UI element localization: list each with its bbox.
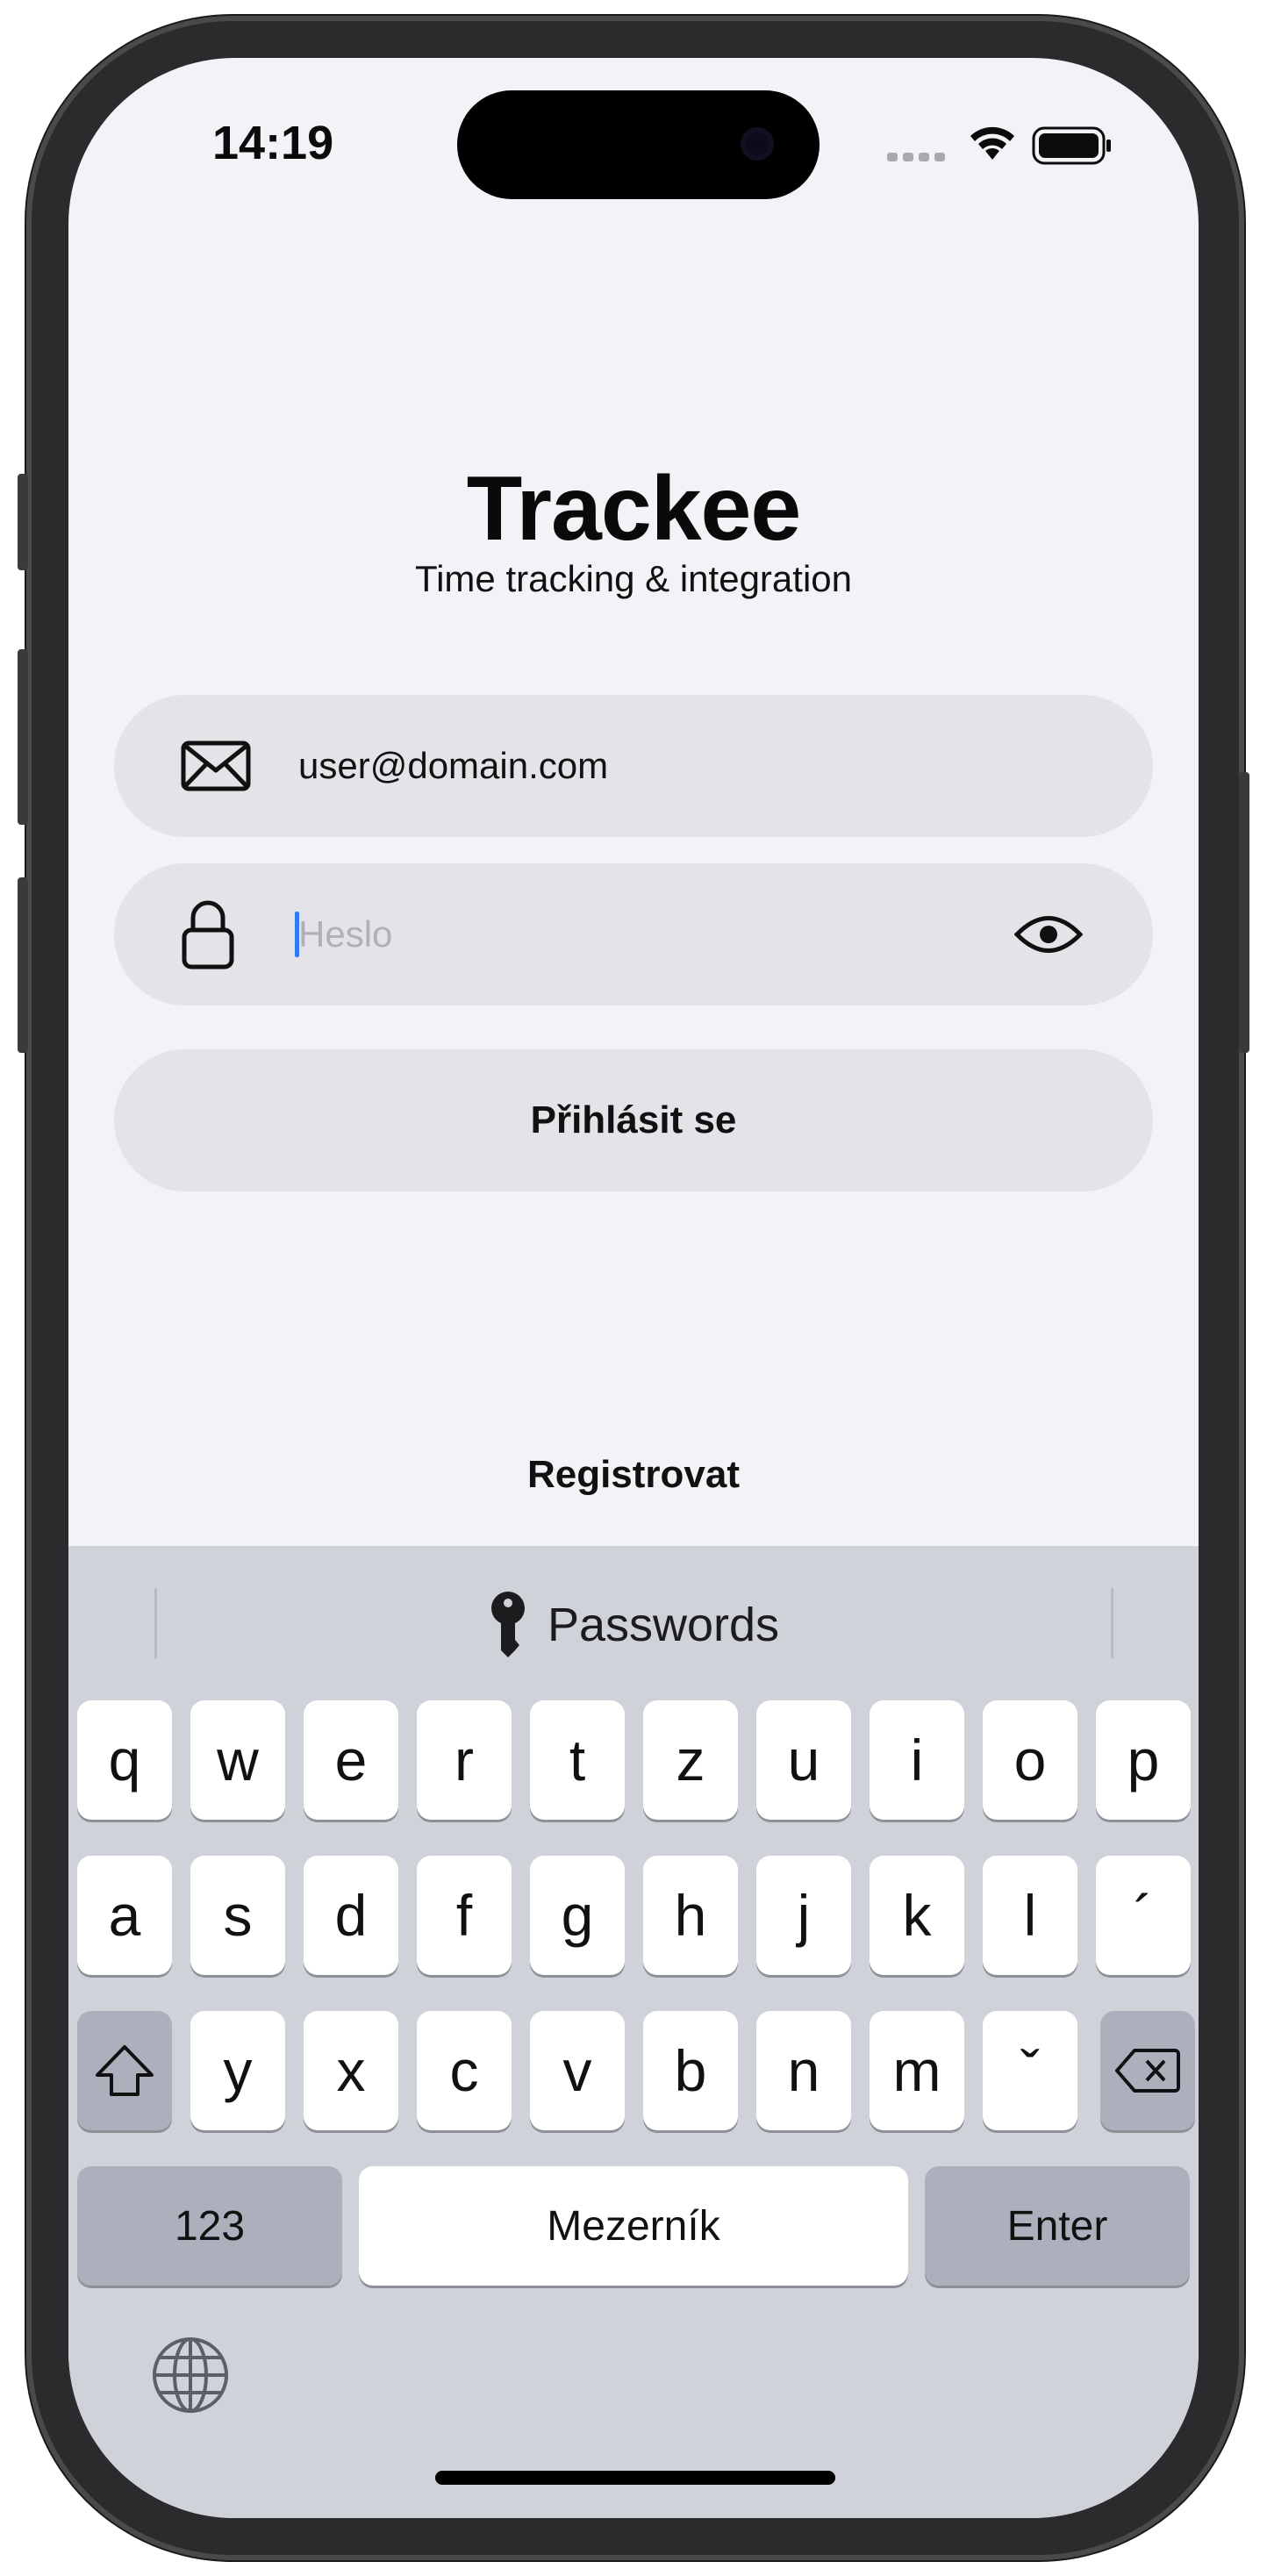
cellular-signal-icon xyxy=(887,153,945,161)
wifi-icon xyxy=(970,126,1014,160)
key-8[interactable]: l xyxy=(983,1856,1077,1975)
volume-up-button xyxy=(18,649,28,825)
key-9[interactable]: ´ xyxy=(1096,1856,1191,1975)
power-button xyxy=(1239,772,1249,1053)
numbers-key[interactable]: 123 xyxy=(77,2166,342,2286)
app-title: Trackee xyxy=(466,458,801,560)
shift-key[interactable] xyxy=(77,2011,172,2130)
key-2[interactable]: d xyxy=(304,1856,398,1975)
key-5[interactable]: n xyxy=(756,2011,851,2130)
key-1[interactable]: s xyxy=(190,1856,285,1975)
key-7[interactable]: k xyxy=(870,1856,964,1975)
app-subtitle: Time tracking & integration xyxy=(415,558,852,599)
volume-down-button xyxy=(18,877,28,1053)
key-4[interactable]: b xyxy=(643,2011,738,2130)
key-6[interactable]: m xyxy=(870,2011,964,2130)
key-6[interactable]: j xyxy=(756,1856,851,1975)
key-4[interactable]: g xyxy=(530,1856,625,1975)
shift-icon xyxy=(96,2045,154,2096)
action-button xyxy=(18,474,28,570)
password-placeholder: Heslo xyxy=(298,913,393,955)
key-6[interactable]: u xyxy=(756,1700,851,1820)
space-key[interactable]: Mezerník xyxy=(359,2166,908,2286)
key-0[interactable]: y xyxy=(190,2011,285,2130)
key-1[interactable]: x xyxy=(304,2011,398,2130)
globe-icon[interactable] xyxy=(151,2336,230,2415)
dynamic-island xyxy=(457,90,820,199)
envelope-icon xyxy=(181,741,251,791)
battery-icon xyxy=(1032,126,1111,165)
key-1[interactable]: w xyxy=(190,1700,285,1820)
key-3[interactable]: v xyxy=(530,2011,625,2130)
lock-icon xyxy=(182,900,234,970)
key-3[interactable]: r xyxy=(417,1700,512,1820)
key-4[interactable]: t xyxy=(530,1700,625,1820)
status-time: 14:19 xyxy=(212,117,334,169)
home-indicator xyxy=(435,2471,835,2485)
key-2[interactable]: c xyxy=(417,2011,512,2130)
backspace-icon xyxy=(1115,2049,1180,2093)
passwords-suggestion[interactable]: Passwords xyxy=(68,1581,1199,1669)
key-8[interactable]: o xyxy=(983,1700,1077,1820)
key-0[interactable]: q xyxy=(77,1700,172,1820)
keyboard: Passwords 123 Mezerník Enter qwertzuiop a… xyxy=(68,1546,1199,2518)
key-7[interactable]: i xyxy=(870,1700,964,1820)
password-field[interactable]: Heslo xyxy=(114,863,1153,1005)
screen: 14:19 Trackee Time tracking & integratio… xyxy=(68,58,1199,2518)
key-2[interactable]: e xyxy=(304,1700,398,1820)
status-bar: 14:19 xyxy=(68,58,1199,207)
key-7[interactable]: ˇ xyxy=(983,2011,1077,2130)
delete-key[interactable] xyxy=(1100,2011,1195,2130)
key-5[interactable]: z xyxy=(643,1700,738,1820)
show-password-icon[interactable] xyxy=(1014,912,1083,956)
key-5[interactable]: h xyxy=(643,1856,738,1975)
register-link[interactable]: Registrovat xyxy=(68,1453,1199,1497)
passwords-label: Passwords xyxy=(547,1599,780,1651)
key-icon xyxy=(490,1592,525,1657)
key-0[interactable]: a xyxy=(77,1856,172,1975)
camera-icon xyxy=(741,127,774,161)
key-3[interactable]: f xyxy=(417,1856,512,1975)
login-button[interactable]: Přihlásit se xyxy=(114,1049,1153,1191)
return-key[interactable]: Enter xyxy=(925,2166,1190,2286)
email-value: user@domain.com xyxy=(298,745,609,786)
email-field[interactable]: user@domain.com xyxy=(114,695,1153,837)
key-9[interactable]: p xyxy=(1096,1700,1191,1820)
